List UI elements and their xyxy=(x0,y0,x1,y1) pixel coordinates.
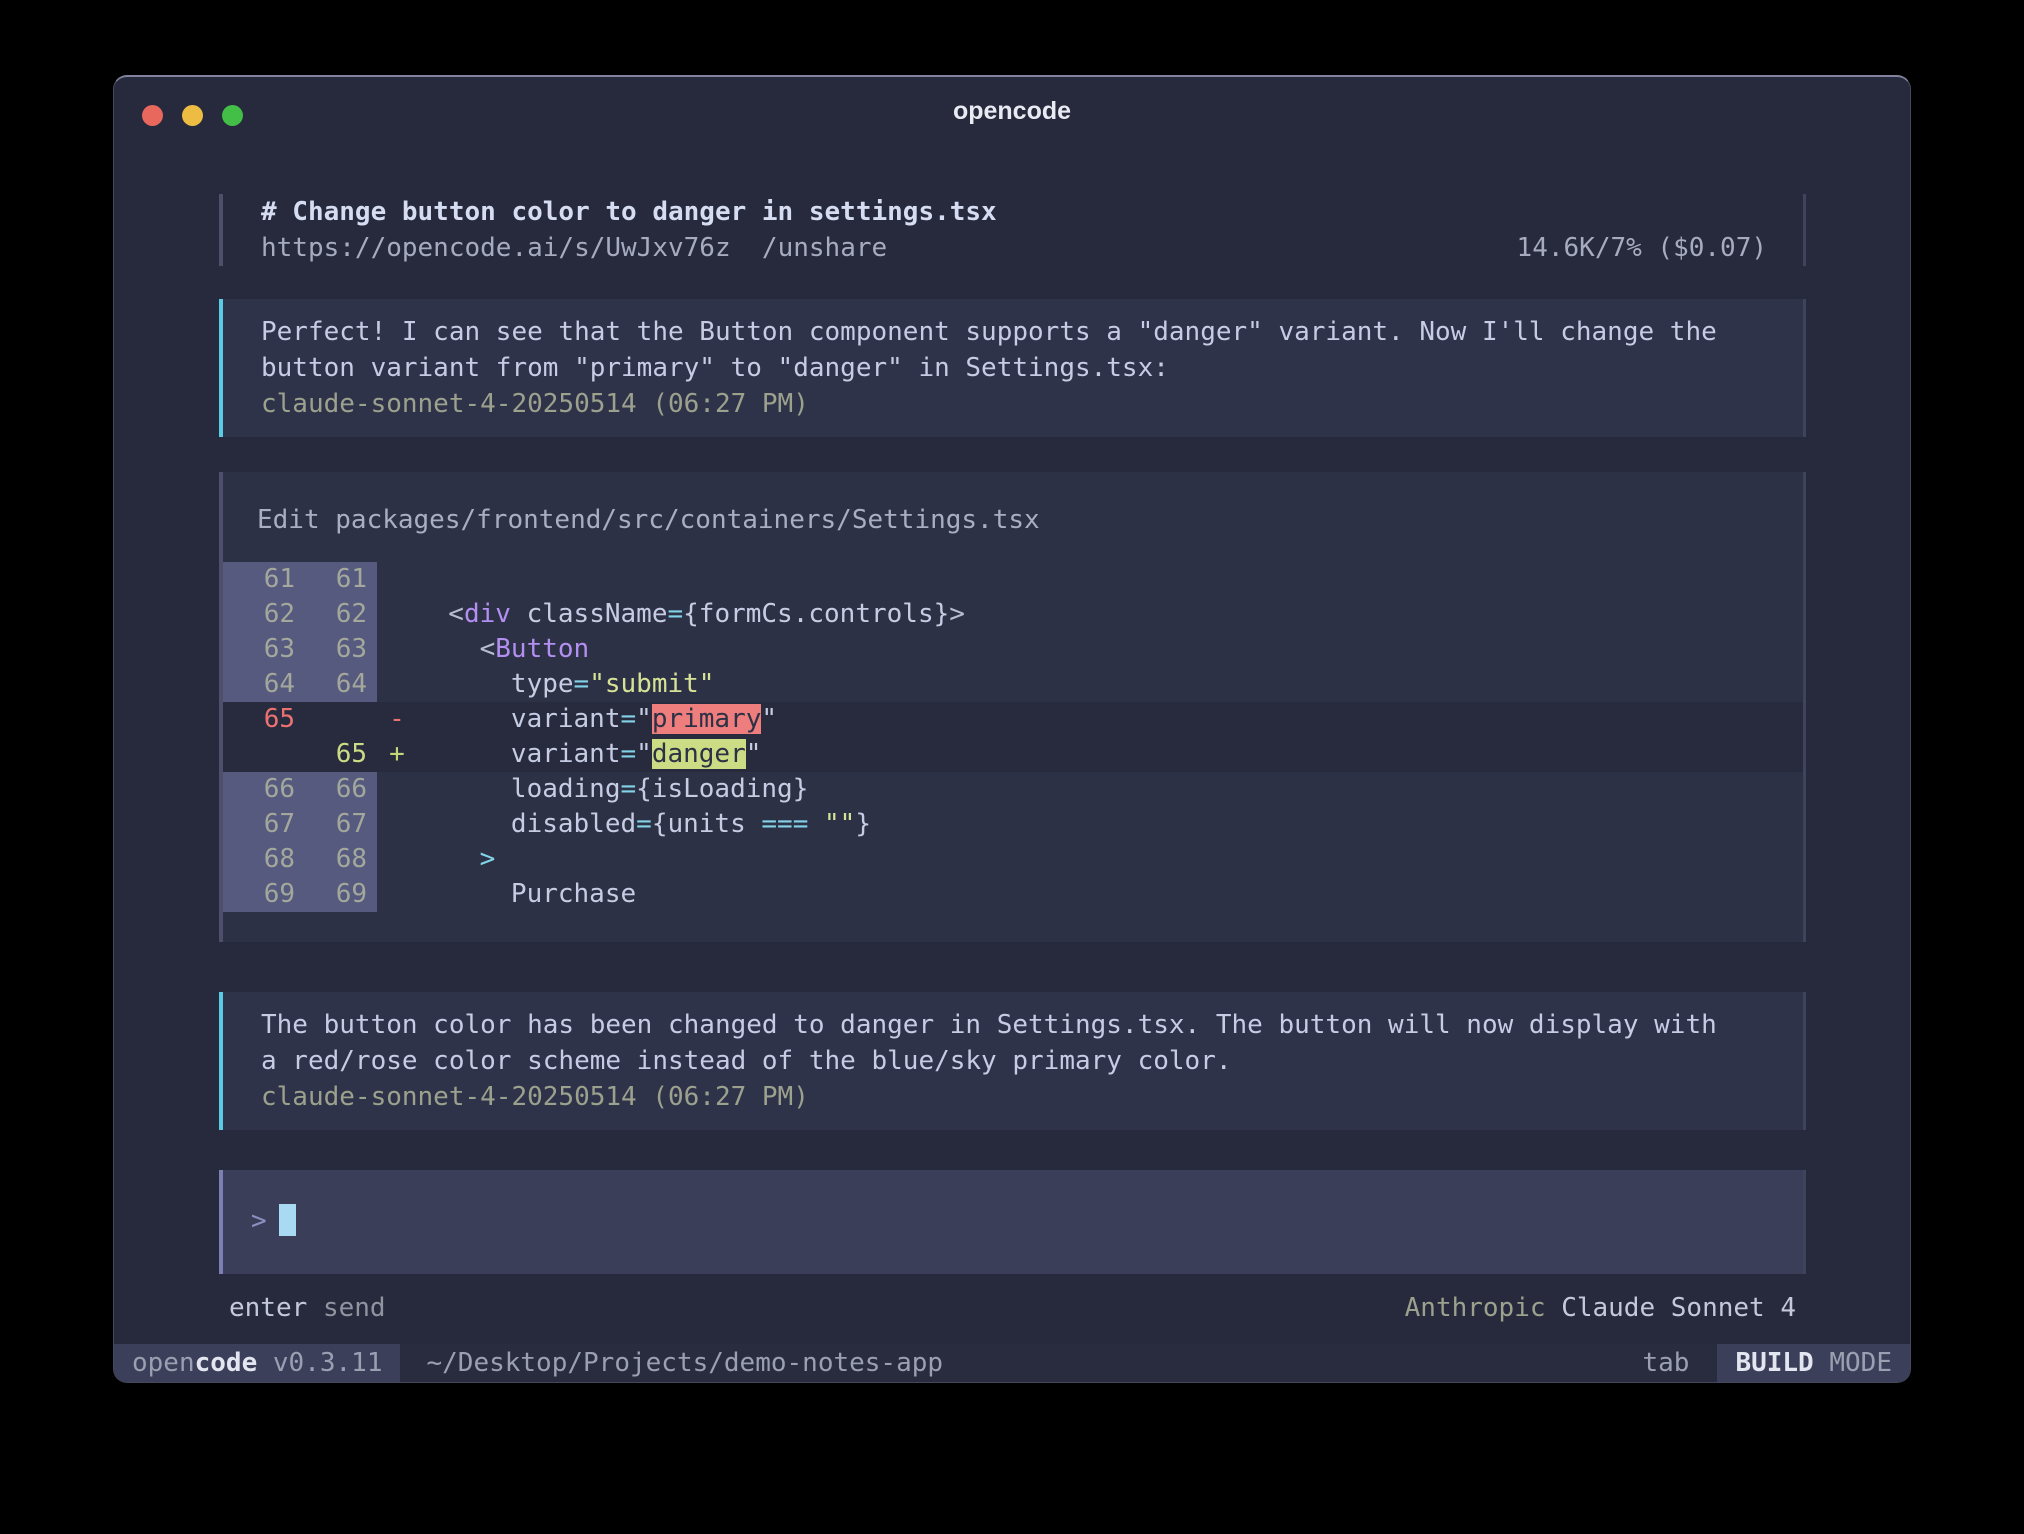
message-meta: claude-sonnet-4-20250514 (06:27 PM) xyxy=(261,386,1767,422)
text-cursor xyxy=(279,1204,296,1236)
diff-marker xyxy=(377,772,417,807)
line-number-old: 64 xyxy=(223,667,295,702)
code-line: <div className={formCs.controls}> xyxy=(417,597,1803,632)
mode-suffix: MODE xyxy=(1814,1348,1892,1378)
line-number-old: 63 xyxy=(223,632,295,667)
code-line: > xyxy=(417,842,1803,877)
line-number-new: 65 xyxy=(295,737,367,772)
line-number-new: 62 xyxy=(295,597,367,632)
line-number-new: 67 xyxy=(295,807,367,842)
diff-row: 6262 <div className={formCs.controls}> xyxy=(223,597,1803,632)
session-title: # Change button color to danger in setti… xyxy=(261,194,1767,230)
line-number-old: 68 xyxy=(223,842,295,877)
message-meta: claude-sonnet-4-20250514 (06:27 PM) xyxy=(261,1079,1767,1115)
enter-key-hint: enter xyxy=(229,1293,307,1323)
mode-badge[interactable]: BUILD MODE xyxy=(1717,1344,1910,1382)
edit-tool-card: Edit packages/frontend/src/containers/Se… xyxy=(219,472,1806,942)
line-number-old: 67 xyxy=(223,807,295,842)
code-line: loading={isLoading} xyxy=(417,772,1803,807)
message-text-line: Perfect! I can see that the Button compo… xyxy=(261,314,1767,350)
mode-name: BUILD xyxy=(1735,1348,1813,1378)
tab-key-hint: tab xyxy=(1642,1344,1717,1382)
provider-name: Anthropic xyxy=(1405,1293,1546,1323)
diff-marker xyxy=(377,667,417,702)
prompt-input[interactable]: > xyxy=(219,1170,1806,1274)
unshare-command: /unshare xyxy=(762,233,887,263)
assistant-message: Perfect! I can see that the Button compo… xyxy=(219,299,1806,437)
share-url-row: https://opencode.ai/s/UwJxv76z /unshare xyxy=(261,230,887,266)
send-hint: enter send xyxy=(229,1290,386,1326)
app-name-code: code xyxy=(195,1348,258,1378)
titlebar: opencode xyxy=(114,77,1910,147)
app-name-open: open xyxy=(132,1348,195,1378)
share-header: # Change button color to danger in setti… xyxy=(219,194,1806,266)
diff-row: 6363 <Button xyxy=(223,632,1803,667)
prompt-symbol: > xyxy=(251,1206,267,1236)
message-text-line: button variant from "primary" to "danger… xyxy=(261,350,1767,386)
code-line: variant="primary" xyxy=(417,702,1803,737)
line-number-new: 66 xyxy=(295,772,367,807)
line-number-old xyxy=(223,737,295,772)
line-number-new: 63 xyxy=(295,632,367,667)
context-usage: 14.6K/7% ($0.07) xyxy=(1517,230,1767,266)
diff-marker xyxy=(377,807,417,842)
line-number-new: 64 xyxy=(295,667,367,702)
input-hint-row: enter send Anthropic Claude Sonnet 4 xyxy=(219,1290,1806,1326)
diff-marker xyxy=(377,842,417,877)
line-number-old: 69 xyxy=(223,877,295,912)
app-version: v0.3.11 xyxy=(257,1348,382,1378)
diff-row: 6464 type="submit" xyxy=(223,667,1803,702)
diff-row: 6161 xyxy=(223,562,1803,597)
line-number-old: 65 xyxy=(223,702,295,737)
line-number-old: 66 xyxy=(223,772,295,807)
message-text-line: a red/rose color scheme instead of the b… xyxy=(261,1043,1767,1079)
diff-row: 6767 disabled={units === ""} xyxy=(223,807,1803,842)
diff-row: 65 + variant="danger" xyxy=(223,737,1803,772)
line-number-old: 61 xyxy=(223,562,295,597)
model-name: Claude Sonnet 4 xyxy=(1561,1293,1796,1323)
line-number-old: 62 xyxy=(223,597,295,632)
assistant-message: The button color has been changed to dan… xyxy=(219,992,1806,1130)
line-number-new xyxy=(295,702,367,737)
diff-marker: - xyxy=(377,702,417,737)
edit-tool-title: Edit packages/frontend/src/containers/Se… xyxy=(223,502,1803,562)
diff-marker xyxy=(377,562,417,597)
code-line: <Button xyxy=(417,632,1803,667)
share-url[interactable]: https://opencode.ai/s/UwJxv76z xyxy=(261,233,731,263)
cwd-path: ~/Desktop/Projects/demo-notes-app xyxy=(400,1344,943,1382)
diff-marker xyxy=(377,632,417,667)
line-number-new: 61 xyxy=(295,562,367,597)
diff-row: 6969 Purchase xyxy=(223,877,1803,912)
diff-marker xyxy=(377,597,417,632)
line-number-new: 68 xyxy=(295,842,367,877)
code-line: variant="danger" xyxy=(417,737,1803,772)
code-line: Purchase xyxy=(417,877,1803,912)
diff-row: 6666 loading={isLoading} xyxy=(223,772,1803,807)
diff-row: 65 - variant="primary" xyxy=(223,702,1803,737)
status-bar: opencode v0.3.11 ~/Desktop/Projects/demo… xyxy=(114,1344,1910,1382)
diff-view: 6161 6262 <div className={formCs.control… xyxy=(223,562,1803,912)
code-line: disabled={units === ""} xyxy=(417,807,1803,842)
diff-marker xyxy=(377,877,417,912)
message-text-line: The button color has been changed to dan… xyxy=(261,1007,1767,1043)
diff-marker: + xyxy=(377,737,417,772)
send-label: send xyxy=(323,1293,386,1323)
model-indicator: Anthropic Claude Sonnet 4 xyxy=(1405,1290,1796,1326)
window-title: opencode xyxy=(114,97,1910,126)
app-version-chip: opencode v0.3.11 xyxy=(114,1344,400,1382)
code-line: type="submit" xyxy=(417,667,1803,702)
opencode-window: opencode # Change button color to danger… xyxy=(113,75,1911,1383)
line-number-new: 69 xyxy=(295,877,367,912)
code-line xyxy=(417,562,1803,597)
diff-row: 6868 > xyxy=(223,842,1803,877)
